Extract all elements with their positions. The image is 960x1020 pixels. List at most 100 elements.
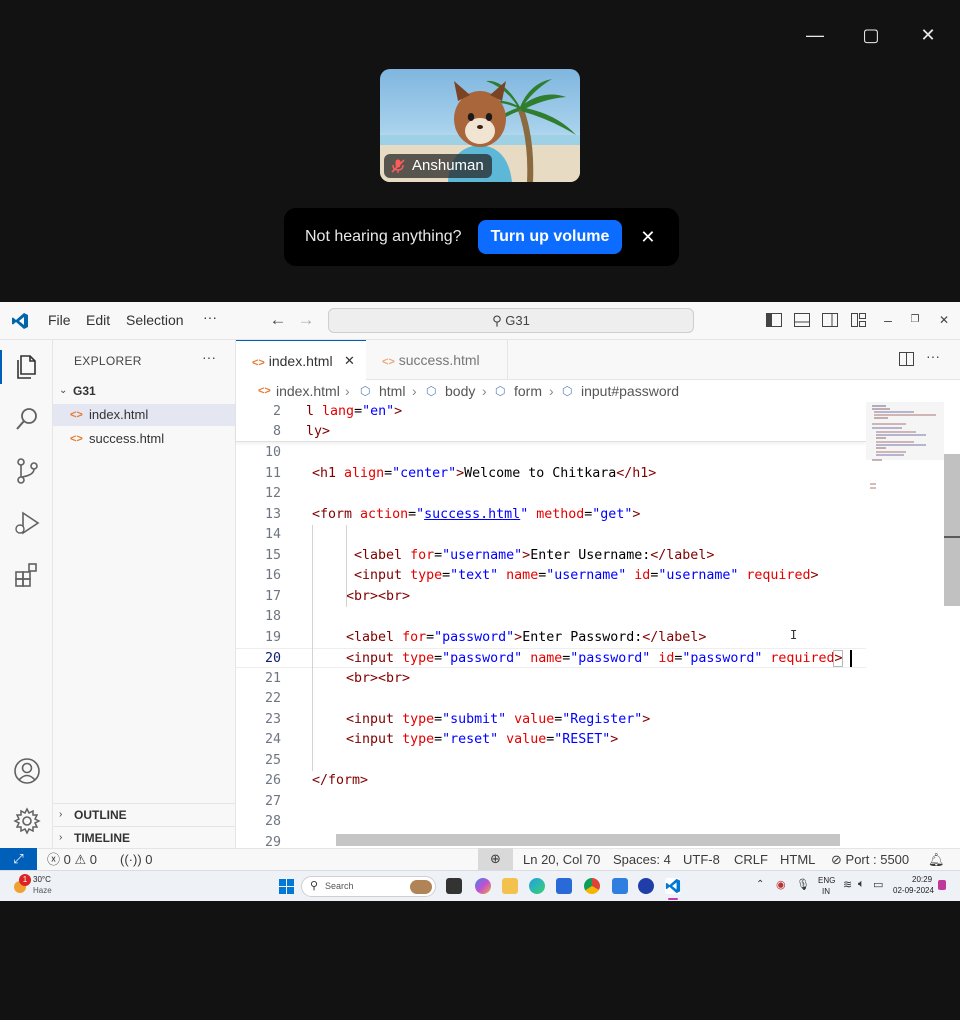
notepad-icon[interactable] <box>612 878 628 894</box>
eol-status[interactable]: CRLF <box>734 849 768 870</box>
explorer-icon[interactable] <box>12 352 42 382</box>
file-success-html[interactable]: <> success.html <box>53 428 236 450</box>
current-code-line: 20 <input type="password" name="password"… <box>236 648 866 668</box>
battery-icon[interactable]: ▭ <box>873 878 883 891</box>
menu-file[interactable]: File <box>48 312 71 328</box>
line-number: 2 <box>272 404 281 419</box>
language-mode[interactable]: HTML <box>780 849 815 870</box>
microphone-icon[interactable]: 🎙︎ <box>796 878 810 891</box>
vscode-taskbar-icon[interactable] <box>665 878 681 894</box>
folder-g31[interactable]: ⌄ G31 <box>53 380 236 402</box>
tab-index-html[interactable]: <> index.html ✕ <box>236 340 366 380</box>
vertical-scrollbar[interactable] <box>944 402 960 848</box>
ports-status[interactable]: ((·)) 0 <box>120 849 153 870</box>
line-number: 15 <box>264 548 281 563</box>
camera-in-use-icon[interactable]: ◉ <box>776 878 786 891</box>
minimap[interactable] <box>866 402 944 848</box>
clock-date[interactable]: 02-09-2024 <box>893 886 934 895</box>
taskbar-search-box[interactable]: ⚲ Search <box>301 876 436 897</box>
indentation-status[interactable]: Spaces: 4 <box>613 849 671 870</box>
source-control-icon[interactable] <box>12 456 42 486</box>
windows-start-icon[interactable] <box>279 879 294 894</box>
accounts-icon[interactable] <box>12 756 42 786</box>
microsoft-store-icon[interactable] <box>556 878 572 894</box>
outline-section[interactable]: › OUTLINE <box>53 803 236 825</box>
screen: — ▢ ✕ Anshuman Not hearing anything? Tur… <box>0 0 960 1020</box>
explorer-more-button[interactable]: ··· <box>202 349 216 365</box>
menu-more[interactable]: ··· <box>203 309 217 325</box>
vscode-close-icon[interactable]: ✕ <box>935 312 953 328</box>
sticky-scroll: 2l lang="en"> 8 ly> <box>236 402 866 442</box>
minimap-preview <box>866 402 944 489</box>
command-center-search[interactable]: ⚲ G31 <box>328 308 694 333</box>
close-window-button[interactable]: ✕ <box>915 22 941 48</box>
minimize-button[interactable]: — <box>802 22 828 48</box>
zoom-icon[interactable]: ⊕ <box>478 848 513 870</box>
toast-message: Not hearing anything? <box>305 228 462 245</box>
encoding-status[interactable]: UTF-8 <box>683 849 720 870</box>
text-cursor <box>850 650 852 667</box>
wifi-icon[interactable]: ≋ <box>843 878 852 891</box>
weather-temp: 30°C <box>33 875 51 884</box>
run-debug-icon[interactable] <box>12 508 42 538</box>
participant-video-tile[interactable]: Anshuman <box>380 69 580 182</box>
line-number: 24 <box>264 732 281 747</box>
vscode-minimize-icon[interactable]: – <box>879 312 897 328</box>
tab-success-html[interactable]: <> success.html <box>366 340 508 380</box>
timeline-section[interactable]: › TIMELINE <box>53 826 236 848</box>
outline-label: OUTLINE <box>74 808 127 822</box>
code-editor[interactable]: 2l lang="en"> 8 ly> 10 11 <h1 align="cente… <box>236 402 866 850</box>
menu-selection[interactable]: Selection <box>126 312 184 328</box>
input-language[interactable]: ENG <box>818 876 835 885</box>
tab-close-icon[interactable]: ✕ <box>344 341 355 381</box>
breadcrumb-item[interactable]: form <box>514 380 542 402</box>
errors-status[interactable]: ⓧ 0 ⚠ 0 <box>47 849 97 870</box>
file-index-html[interactable]: <> index.html <box>53 404 236 426</box>
search-highlight-image <box>410 880 432 894</box>
timeline-label: TIMELINE <box>74 831 130 845</box>
edge-browser-icon[interactable] <box>529 878 545 894</box>
customize-layout-icon[interactable] <box>851 313 868 328</box>
zoom-app-icon[interactable] <box>638 878 654 894</box>
show-hidden-icons-chevron[interactable]: ⌃ <box>756 879 764 890</box>
vertical-scroll-thumb[interactable] <box>944 454 960 606</box>
toggle-panel-icon[interactable] <box>794 313 811 328</box>
file-explorer-icon[interactable] <box>502 878 518 894</box>
copilot-icon[interactable] <box>475 878 491 894</box>
menu-edit[interactable]: Edit <box>86 312 110 328</box>
back-arrow-icon[interactable]: ← <box>269 311 287 328</box>
toast-close-button[interactable]: ✕ <box>640 227 655 248</box>
live-server-status[interactable]: ⊘ Port : 5500 <box>831 849 909 870</box>
toggle-primary-sidebar-icon[interactable] <box>766 313 783 328</box>
editor-more-actions[interactable]: ··· <box>926 348 940 364</box>
notification-icon[interactable] <box>938 880 946 890</box>
volume-icon[interactable]: 🔈︎ <box>858 878 865 891</box>
file-label: success.html <box>89 431 165 446</box>
cursor-position[interactable]: Ln 20, Col 70 <box>523 849 600 870</box>
remote-indicator-icon[interactable]: ⤢ <box>0 848 37 870</box>
vscode-restore-icon[interactable]: ❐ <box>906 312 924 328</box>
clock-time[interactable]: 20:29 <box>912 875 932 884</box>
forward-arrow-icon[interactable]: → <box>297 311 315 328</box>
horizontal-scroll-thumb[interactable] <box>336 834 840 846</box>
search-placeholder: Search <box>325 881 354 891</box>
code-line: 16 <input type="text" name="username" id=… <box>236 566 866 586</box>
notifications-bell-icon[interactable]: 🔔︎ <box>928 849 945 870</box>
line-number: 11 <box>264 466 281 481</box>
extensions-icon[interactable] <box>12 560 42 590</box>
audio-hint-toast: Not hearing anything? Turn up volume ✕ <box>284 208 679 266</box>
breadcrumb-item[interactable]: input#password <box>581 380 679 402</box>
task-view-icon[interactable] <box>446 878 462 894</box>
split-editor-icon[interactable] <box>899 352 915 367</box>
breadcrumb-item[interactable]: index.html <box>276 380 340 402</box>
turn-up-volume-button[interactable]: Turn up volume <box>477 220 623 254</box>
toggle-secondary-sidebar-icon[interactable] <box>822 313 839 328</box>
breadcrumb-item[interactable]: body <box>445 380 475 402</box>
weather-widget[interactable]: 1 <box>10 874 31 895</box>
settings-gear-icon[interactable] <box>12 806 42 836</box>
editor-tabs: <> index.html ✕ <> success.html ··· <box>236 340 960 380</box>
breadcrumb-item[interactable]: html <box>379 380 405 402</box>
search-icon[interactable] <box>12 404 42 434</box>
chrome-icon[interactable] <box>584 878 600 894</box>
maximize-button[interactable]: ▢ <box>858 22 884 48</box>
